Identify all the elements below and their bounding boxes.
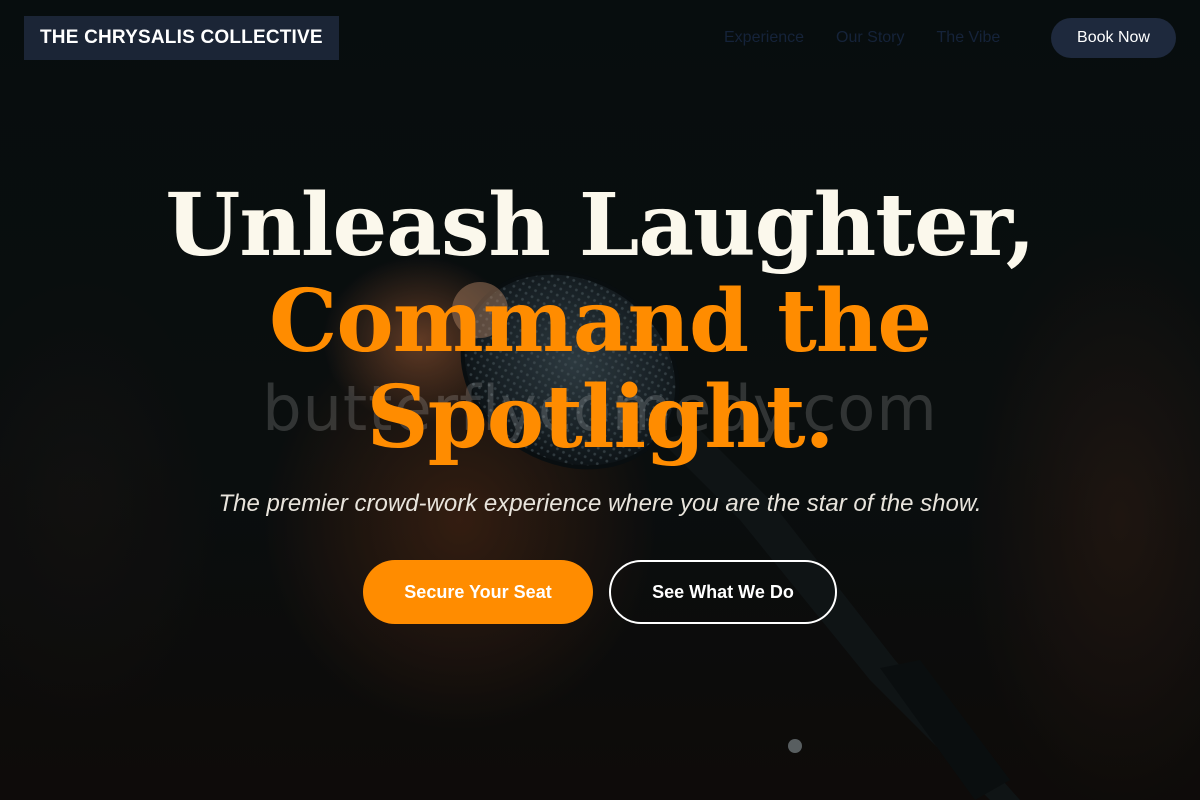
main-nav: Experience Our Story The Vibe: [724, 28, 1000, 48]
nav-link-experience[interactable]: Experience: [724, 28, 804, 48]
hero-section: THE CHRYSALIS COLLECTIVE Experience Our …: [0, 0, 1200, 800]
hero-subtitle: The premier crowd-work experience where …: [218, 490, 982, 517]
headline-line-1: Unleash Laughter,: [165, 175, 1035, 276]
headline-line-2-text: Command the Spotlight.: [268, 271, 932, 468]
book-now-button[interactable]: Book Now: [1051, 18, 1176, 58]
secure-seat-button[interactable]: Secure Your Seat: [363, 560, 593, 624]
brand-logo[interactable]: THE CHRYSALIS COLLECTIVE: [24, 16, 339, 60]
see-what-we-do-button[interactable]: See What We Do: [609, 560, 837, 624]
hero-headline: Unleash Laughter, Command the Spotlight.: [0, 178, 1200, 466]
nav-link-the-vibe[interactable]: The Vibe: [937, 28, 1001, 48]
headline-line-2: Command the Spotlight.: [0, 274, 1200, 466]
nav-link-our-story[interactable]: Our Story: [836, 28, 904, 48]
